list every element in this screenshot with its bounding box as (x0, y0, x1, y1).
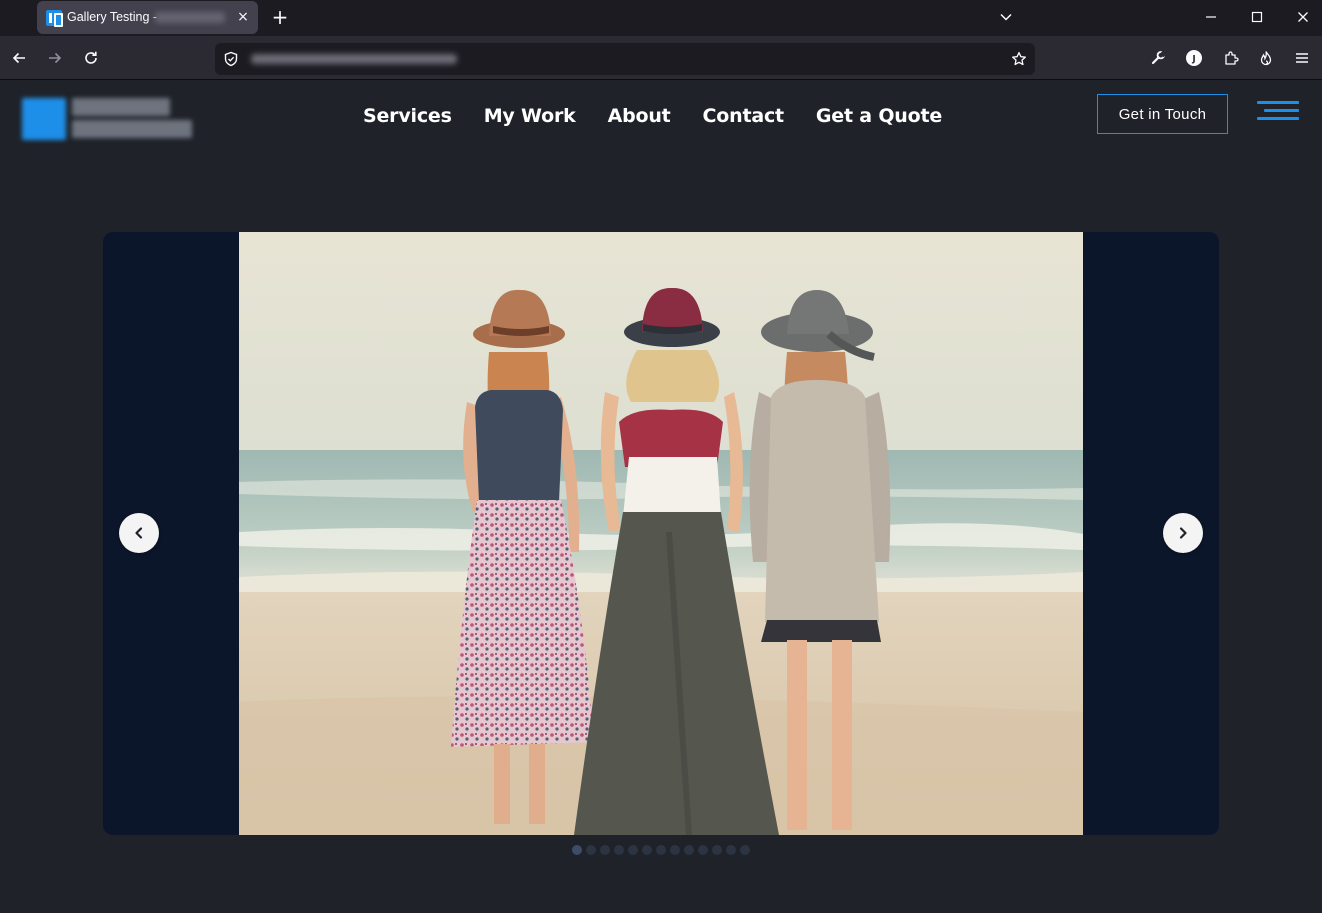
nav-link-get-a-quote[interactable]: Get a Quote (816, 101, 942, 131)
nav-link-services[interactable]: Services (363, 101, 452, 131)
gallery-dot[interactable] (712, 845, 722, 855)
get-in-touch-button[interactable]: Get in Touch (1097, 94, 1228, 134)
tab-title: Gallery Testing - (67, 10, 158, 24)
menu-icon[interactable] (1288, 44, 1316, 72)
site-logo[interactable] (22, 96, 192, 142)
chevron-left-icon (135, 527, 143, 539)
svg-text:J: J (1191, 55, 1195, 65)
gallery-slide-image[interactable] (239, 232, 1083, 835)
main-navigation: Services My Work About Contact Get a Quo… (363, 101, 942, 131)
browser-toolbar: J (0, 36, 1322, 80)
tab-title-redacted (155, 12, 225, 23)
tab-close-icon[interactable]: × (233, 7, 253, 27)
gallery-dot[interactable] (726, 845, 736, 855)
gallery-pagination (572, 845, 750, 855)
extensions-icon[interactable] (1217, 44, 1245, 72)
url-redacted (251, 54, 457, 64)
fire-icon[interactable] (1252, 44, 1280, 72)
gallery-dot[interactable] (614, 845, 624, 855)
wrench-icon[interactable] (1144, 44, 1172, 72)
gallery-dot[interactable] (628, 845, 638, 855)
tab-list-icon[interactable] (983, 0, 1029, 34)
site-logo-icon (46, 10, 63, 27)
star-icon[interactable] (1011, 51, 1027, 71)
gallery-dot[interactable] (684, 845, 694, 855)
nav-link-my-work[interactable]: My Work (484, 101, 576, 131)
shield-icon[interactable] (223, 51, 239, 71)
gallery-dot[interactable] (698, 845, 708, 855)
gallery-dot[interactable] (642, 845, 652, 855)
hamburger-menu-icon[interactable] (1257, 101, 1299, 121)
gallery-dot[interactable] (656, 845, 666, 855)
minimize-icon[interactable] (1188, 0, 1234, 34)
account-icon[interactable]: J (1180, 44, 1208, 72)
gallery-dot[interactable] (572, 845, 582, 855)
beach-photo (239, 232, 1083, 835)
gallery-dot[interactable] (600, 845, 610, 855)
gallery-prev-button[interactable] (119, 513, 159, 553)
gallery-dot[interactable] (670, 845, 680, 855)
maximize-icon[interactable] (1234, 0, 1280, 34)
reload-icon[interactable] (77, 44, 105, 72)
gallery-dot[interactable] (740, 845, 750, 855)
forward-icon[interactable] (41, 44, 69, 72)
close-window-icon[interactable] (1280, 0, 1322, 34)
browser-tab-bar: Gallery Testing - × + (0, 0, 1322, 36)
new-tab-button[interactable]: + (268, 6, 292, 30)
gallery-next-button[interactable] (1163, 513, 1203, 553)
gallery-dot[interactable] (586, 845, 596, 855)
nav-link-contact[interactable]: Contact (703, 101, 785, 131)
url-bar[interactable] (215, 43, 1035, 75)
browser-tab[interactable]: Gallery Testing - × (37, 1, 258, 34)
image-gallery (103, 232, 1219, 835)
chevron-right-icon (1179, 527, 1187, 539)
nav-link-about[interactable]: About (608, 101, 671, 131)
back-icon[interactable] (5, 44, 33, 72)
